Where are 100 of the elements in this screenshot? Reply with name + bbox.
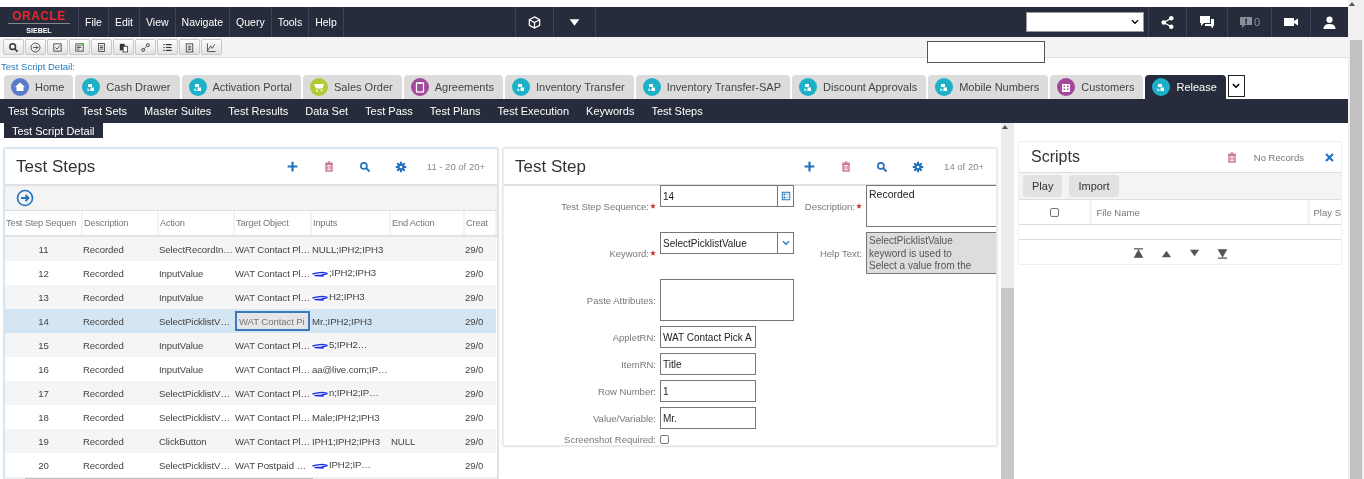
settings-icon[interactable] [912,160,925,173]
screen-tab[interactable]: Home [4,75,74,99]
table-row[interactable]: 12 Recorded InputValue WAT Contact Pl… ;IPH2;IPH3 29/0 [5,261,496,285]
table-cell: InputValue [159,291,204,303]
input-field[interactable]: Mr. [660,407,756,429]
chart-icon[interactable] [201,39,222,55]
field-label: Test Step Sequence: [561,200,649,212]
trash-icon[interactable] [322,160,335,173]
add-icon[interactable] [803,160,817,173]
scrollbar-thumb[interactable] [1350,40,1362,479]
table-row[interactable]: 13 Recorded InputValue WAT Contact Pl… H2;IPH3 29/0 [5,285,496,309]
clipboard-icon[interactable] [179,39,200,55]
table-row[interactable]: 17 Recorded SelectPicklistV… WAT Contact Pl… n;IPH2;IP… 29/0 [5,381,496,405]
view-tab[interactable]: Keywords [586,105,635,117]
table-cell: WAT Postpaid … [235,459,306,471]
share-icon[interactable] [1159,14,1175,30]
table-row[interactable]: 14 Recorded SelectPicklistV… WAT Contact Pi Mr.;IPH2;IPH3 29/0 [5,309,496,333]
add-icon[interactable] [285,160,299,173]
view-tab[interactable]: Test Plans [429,105,481,117]
view-tab[interactable]: Test Results [228,105,289,117]
table-row[interactable]: 15 Recorded InputValue WAT Contact Pl… 5;IPH2… 29/0 [5,333,496,357]
last-page-icon[interactable] [1216,247,1228,259]
view-tab[interactable]: Data Set [305,105,349,117]
view-tab[interactable]: Test Steps [651,105,703,117]
chat-icon[interactable] [1197,14,1216,30]
table-row[interactable]: 11 Recorded SelectRecordIn… WAT Contact Pl… NULL;IPH2;IPH3 29/0 [5,236,496,261]
input-field[interactable]: Title [660,353,756,375]
note-icon[interactable] [69,39,90,55]
screen-tab[interactable]: Release [1145,75,1226,99]
screen-tab[interactable]: Agreements [403,75,504,99]
screen-tab[interactable]: Customers [1050,75,1144,99]
table-cell: 17 [38,387,49,399]
column-header[interactable]: Play S [1313,206,1341,218]
input-field[interactable]: WAT Contact Pick A [660,326,756,348]
view-tab[interactable]: Test Scripts [8,105,65,117]
screen-tab[interactable]: Discount Approvals [792,75,927,99]
screen-tab[interactable]: Sales Order [303,75,402,99]
table-cell: NULL [391,435,416,447]
scroll-up-icon[interactable] [1348,0,1356,8]
table-cell: SelectRecordIn… [159,243,233,255]
view-tab[interactable]: Test Execution [497,105,570,117]
text-area[interactable]: Recorded [866,185,996,227]
select-field[interactable]: SelectPicklistValue [660,232,794,254]
panel-title: Scripts [1031,148,1081,166]
picker-icon[interactable] [780,191,791,201]
list-icon[interactable] [157,39,178,55]
close-icon[interactable] [1324,151,1335,163]
column-header[interactable]: File Name [1096,206,1140,218]
toolbar-button[interactable]: Import [1069,175,1119,197]
scrollbar-thumb[interactable] [1001,288,1014,479]
search-icon[interactable] [3,39,24,55]
table-row[interactable]: 20 Recorded SelectPicklistV… WAT Postpaid … IPH2;IP… 29/0 [5,453,496,477]
checklist-icon[interactable] [47,39,68,55]
table-cell: Recorded [83,315,124,327]
table-cell: WAT Contact Pl… [235,411,311,423]
text-area[interactable] [660,279,794,321]
table-cell: InputValue [159,339,204,351]
input-field[interactable]: 1 [660,380,756,402]
link-icon[interactable] [135,39,156,55]
trash-icon[interactable] [1225,150,1238,164]
next-page-icon[interactable] [1188,247,1200,259]
table-cell: Recorded [83,435,124,447]
checkbox[interactable] [660,435,669,444]
tab-overflow-dropdown[interactable] [1227,75,1245,97]
table-cell: 13 [38,291,49,303]
screen-tab[interactable]: Activation Portal [181,75,301,99]
screen-tab[interactable]: Inventory Transfer-SAP [635,75,790,99]
table-cell: 29/0 [465,435,484,447]
header-select[interactable] [1025,12,1144,32]
alert-icon[interactable] [1238,15,1253,29]
cell-editor[interactable]: WAT Contact Pi [235,311,310,331]
table-cell: WAT Contact Pl… [235,243,311,255]
first-page-icon[interactable] [1132,247,1144,259]
input-field[interactable]: 14 [660,185,794,207]
select-all-checkbox[interactable] [1049,207,1059,217]
settings-icon[interactable] [394,160,407,173]
breadcrumb-link[interactable]: Test Script Detail: [1,61,75,72]
table-cell: SelectPicklistV… [159,411,230,423]
screen-tab[interactable]: Mobile Numbers [928,75,1049,99]
screen-tab[interactable]: Cash Drawer [75,75,180,99]
table-row[interactable]: 19 Recorded ClickButton WAT Contact Pl… IPH1;IPH2;IPH3 NULL 29/0 [5,429,496,453]
query-field[interactable] [927,41,1045,63]
table-cell: 29/0 [465,459,484,471]
view-tab[interactable]: Test Pass [365,105,413,117]
field-label: Help Text: [819,247,862,259]
table-row[interactable]: 18 Recorded SelectPicklistV… WAT Contact Pl… Male;IPH2;IPH3 29/0 [5,405,496,429]
toolbar-button[interactable]: Play [1023,175,1063,197]
screen-tab[interactable]: Inventory Transfer [505,75,634,99]
table-cell: Mr.;IPH2;IPH3 [312,315,372,327]
user-icon[interactable] [1322,14,1337,30]
trash-icon[interactable] [840,160,853,173]
table-row[interactable]: 16 Recorded InputValue WAT Contact Pl… aa@live.com;IP… 29/0 [5,357,496,381]
document-icon[interactable] [91,39,112,55]
table-cell: WAT Contact Pl… [235,267,311,279]
cube-icon[interactable] [526,14,542,30]
paste-icon[interactable] [113,39,134,55]
table-cell: WAT Contact Pl… [235,363,311,375]
view-button[interactable]: Test Script Detail [4,123,103,138]
view-tab[interactable]: Test Sets [81,105,128,117]
view-tab[interactable]: Master Suites [144,105,212,117]
